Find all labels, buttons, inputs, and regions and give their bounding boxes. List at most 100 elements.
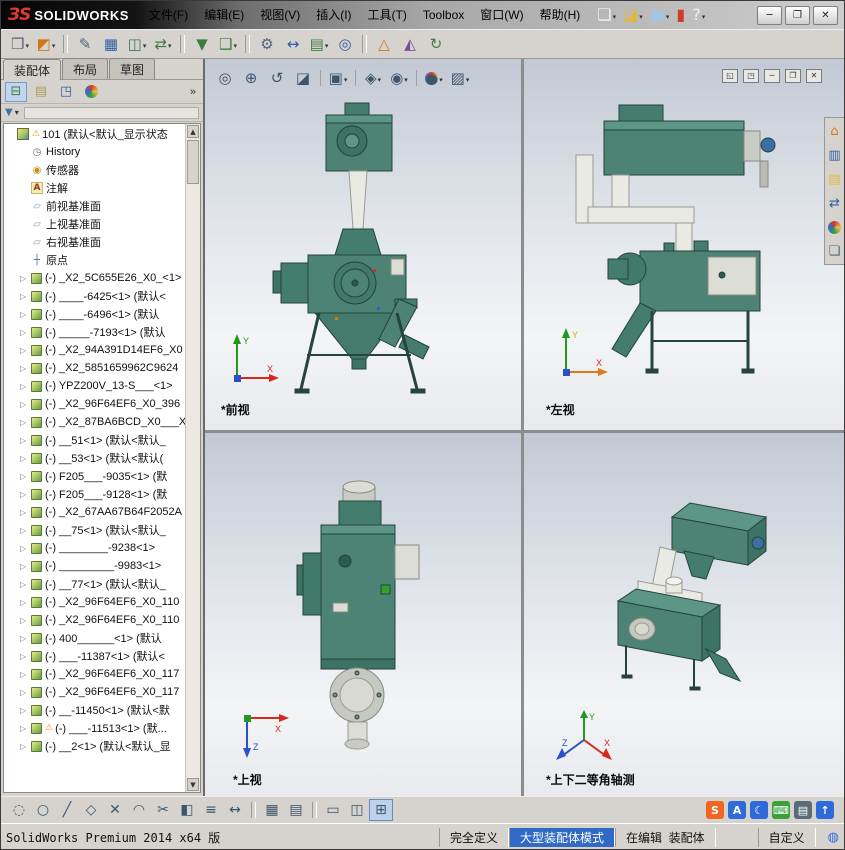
expand-arrow-icon[interactable]: [20, 706, 31, 715]
tree-item[interactable]: (-) ___-11387<1> (默认<: [4, 647, 185, 665]
expand-arrow-icon[interactable]: [20, 310, 31, 319]
import-export-button[interactable]: ⇄: [150, 32, 176, 56]
expand-arrow-icon[interactable]: [20, 382, 31, 391]
separator[interactable]: [312, 802, 317, 818]
panel-expand-chevron-icon[interactable]: »: [190, 86, 199, 98]
scroll-thumb[interactable]: [187, 140, 199, 184]
expand-arrow-icon[interactable]: [20, 562, 31, 571]
open-document-icon[interactable]: ◪: [620, 4, 646, 26]
tree-item[interactable]: 101 (默认<默认_显示状态: [4, 125, 185, 143]
sogou-input-icon[interactable]: S: [706, 801, 724, 819]
design-library-icon[interactable]: ▥: [826, 145, 844, 165]
separator[interactable]: [355, 70, 356, 86]
expand-arrow-icon[interactable]: [20, 616, 31, 625]
configurationmanager-icon[interactable]: ◳: [55, 82, 77, 102]
delete-tool-button[interactable]: ✕: [103, 799, 127, 821]
tree-item[interactable]: (-) _X2_96F64EF6_X0_396: [4, 395, 185, 413]
maximize-button[interactable]: ❐: [785, 5, 810, 25]
expand-arrow-icon[interactable]: [20, 742, 31, 751]
tree-item[interactable]: (-) 400______<1> (默认: [4, 629, 185, 647]
filter-dropdown-icon[interactable]: ▾: [15, 108, 19, 117]
apply-scene-button[interactable]: ▨: [448, 67, 472, 89]
close-button[interactable]: ✕: [813, 5, 838, 25]
tree-item[interactable]: (-) _____-7193<1> (默认: [4, 323, 185, 341]
expand-arrow-icon[interactable]: [20, 400, 31, 409]
tree-item[interactable]: (-) F205___-9035<1> (默: [4, 467, 185, 485]
tree-item[interactable]: 上视基准面: [4, 215, 185, 233]
exploded-view-button[interactable]: △: [371, 32, 397, 56]
expand-arrow-icon[interactable]: [20, 328, 31, 337]
tree-item[interactable]: (-) YPZ200V_13-S___<1>: [4, 377, 185, 395]
smart-fasteners-button[interactable]: ⚙: [254, 32, 280, 56]
viewport-left[interactable]: Y X *左视: [524, 59, 844, 430]
move-component-button[interactable]: ↔: [280, 32, 306, 56]
panel-tab[interactable]: 草图: [109, 58, 156, 79]
component-pattern-button[interactable]: ▤: [306, 32, 332, 56]
tree-item[interactable]: (-) __77<1> (默认<默认_: [4, 575, 185, 593]
mirror-tool-button[interactable]: ◧: [175, 799, 199, 821]
tree-item[interactable]: (-) __53<1> (默认<默认(: [4, 449, 185, 467]
mate-button[interactable]: ◎: [332, 32, 358, 56]
edit-appearance-button[interactable]: ●: [422, 67, 446, 89]
tile-horizontal-button[interactable]: ◱: [722, 69, 738, 83]
two-view-button[interactable]: ◫: [345, 799, 369, 821]
viewport-front[interactable]: Y X *前视: [205, 59, 521, 430]
expand-arrow-icon[interactable]: [20, 634, 31, 643]
custom-properties-icon[interactable]: ❏: [826, 241, 844, 261]
separator[interactable]: [251, 802, 256, 818]
menu-item[interactable]: 工具(T): [360, 1, 415, 29]
expand-arrow-icon[interactable]: [20, 724, 31, 733]
select-tool-button[interactable]: ◌: [7, 799, 31, 821]
zoom-area-button[interactable]: ⊕: [239, 67, 263, 89]
tree-item[interactable]: (-) _X2_96F64EF6_X0_117: [4, 683, 185, 701]
new-document-icon[interactable]: ❏: [594, 4, 619, 26]
four-view-button[interactable]: ⊞: [369, 799, 393, 821]
separator[interactable]: [63, 35, 68, 53]
tile-vertical-button[interactable]: ◳: [743, 69, 759, 83]
tree-item[interactable]: 注解: [4, 179, 185, 197]
home-icon[interactable]: ⌂: [826, 121, 844, 141]
menu-item[interactable]: 窗口(W): [472, 1, 531, 29]
ime-toolbar-icon[interactable]: ▤: [794, 801, 812, 819]
zoom-fit-button[interactable]: ◎: [213, 67, 237, 89]
display-style-button[interactable]: ◈: [361, 67, 385, 89]
keyboard-icon[interactable]: ⌨: [772, 801, 790, 819]
expand-arrow-icon[interactable]: [20, 652, 31, 661]
tray-expand-icon[interactable]: ↑: [816, 801, 834, 819]
help-icon[interactable]: ?: [689, 4, 708, 26]
menu-item[interactable]: 文件(F): [141, 1, 196, 29]
tree-item[interactable]: (-) _X2_5C655E26_X0_<1>: [4, 269, 185, 287]
expand-arrow-icon[interactable]: [20, 670, 31, 679]
separator[interactable]: [320, 70, 321, 86]
tree-item[interactable]: (-) _X2_67AA67B64F2052A: [4, 503, 185, 521]
offset-tool-button[interactable]: ≡: [199, 799, 223, 821]
expand-arrow-icon[interactable]: [20, 292, 31, 301]
menu-item[interactable]: 插入(I): [308, 1, 359, 29]
status-indicator-icon[interactable]: ▮: [673, 4, 688, 26]
expand-arrow-icon[interactable]: [20, 436, 31, 445]
tree-item[interactable]: (-) __2<1> (默认<默认_显: [4, 737, 185, 755]
appearances-button[interactable]: ◩: [33, 32, 59, 56]
expand-arrow-icon[interactable]: [20, 580, 31, 589]
previous-view-button[interactable]: ↺: [265, 67, 289, 89]
separator[interactable]: [180, 35, 185, 53]
menu-item[interactable]: 编辑(E): [196, 1, 252, 29]
panel-tab[interactable]: 装配体: [3, 59, 62, 80]
line-tool-button[interactable]: ╱: [55, 799, 79, 821]
propertymanager-icon[interactable]: ▤: [30, 82, 52, 102]
tree-item[interactable]: (-) ___-11513<1> (默...: [4, 719, 185, 737]
tree-item[interactable]: (-) _X2_96F64EF6_X0_110: [4, 593, 185, 611]
menu-item[interactable]: 帮助(H): [532, 1, 589, 29]
viewport-isometric[interactable]: Y X Z *上下二等角轴测: [524, 433, 844, 796]
tree-item[interactable]: (-) ________-9238<1>: [4, 539, 185, 557]
insert-component-button[interactable]: ❑: [215, 32, 241, 56]
toolbox-icon[interactable]: ⇄: [826, 193, 844, 213]
rectangle-tool-button[interactable]: ◇: [79, 799, 103, 821]
tree-scrollbar[interactable]: ▲ ▼: [185, 124, 200, 792]
tree-item[interactable]: (-) ____-6496<1> (默认: [4, 305, 185, 323]
tree-item[interactable]: History: [4, 143, 185, 161]
tree-item[interactable]: (-) _X2_94A391D14EF6_X0: [4, 341, 185, 359]
selection-filter-button[interactable]: ▼: [189, 32, 215, 56]
tree-item[interactable]: (-) _X2_5851659962C9624: [4, 359, 185, 377]
tree-item[interactable]: (-) __51<1> (默认<默认_: [4, 431, 185, 449]
